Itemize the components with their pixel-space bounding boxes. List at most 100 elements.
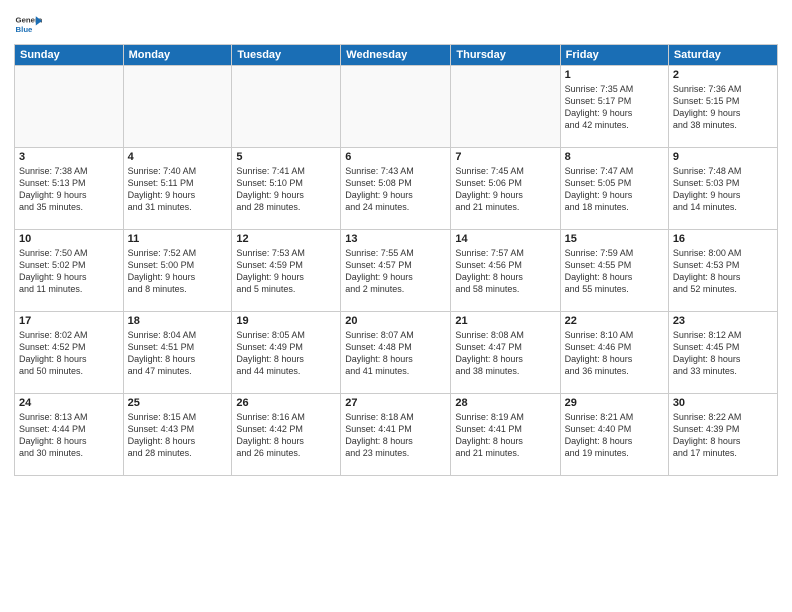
week-row-0: 1 Sunrise: 7:35 AMSunset: 5:17 PMDaylight… [15, 66, 778, 148]
day-cell-3: 3 Sunrise: 7:38 AMSunset: 5:13 PMDaylight… [15, 148, 124, 230]
day-info-6: Sunrise: 7:43 AMSunset: 5:08 PMDaylight:… [345, 165, 446, 214]
day-cell-18: 18 Sunrise: 8:04 AMSunset: 4:51 PMDayligh… [123, 312, 232, 394]
day-info-18: Sunrise: 8:04 AMSunset: 4:51 PMDaylight:… [128, 329, 228, 378]
day-number-13: 13 [345, 233, 446, 245]
day-info-9: Sunrise: 7:48 AMSunset: 5:03 PMDaylight:… [673, 165, 773, 214]
day-number-30: 30 [673, 397, 773, 409]
main-container: General Blue SundayMondayTuesdayWednesda… [0, 0, 792, 482]
day-number-2: 2 [673, 69, 773, 81]
logo: General Blue [14, 10, 42, 38]
week-row-4: 24 Sunrise: 8:13 AMSunset: 4:44 PMDayligh… [15, 394, 778, 476]
day-number-25: 25 [128, 397, 228, 409]
day-info-23: Sunrise: 8:12 AMSunset: 4:45 PMDaylight:… [673, 329, 773, 378]
day-cell-27: 27 Sunrise: 8:18 AMSunset: 4:41 PMDayligh… [341, 394, 451, 476]
day-cell-20: 20Sunrise: 8:07 AMSunset: 4:48 PMDayligh… [341, 312, 451, 394]
day-cell-10: 10 Sunrise: 7:50 AMSunset: 5:02 PMDayligh… [15, 230, 124, 312]
weekday-header-thursday: Thursday [451, 45, 560, 66]
day-info-29: Sunrise: 8:21 AMSunset: 4:40 PMDaylight:… [565, 411, 664, 460]
day-info-22: Sunrise: 8:10 AMSunset: 4:46 PMDaylight:… [565, 329, 664, 378]
day-number-8: 8 [565, 151, 664, 163]
day-number-23: 23 [673, 315, 773, 327]
day-info-13: Sunrise: 7:55 AMSunset: 4:57 PMDaylight:… [345, 247, 446, 296]
day-info-4: Sunrise: 7:40 AMSunset: 5:11 PMDaylight:… [128, 165, 228, 214]
day-cell-6: 6 Sunrise: 7:43 AMSunset: 5:08 PMDaylight… [341, 148, 451, 230]
day-info-27: Sunrise: 8:18 AMSunset: 4:41 PMDaylight:… [345, 411, 446, 460]
day-cell-9: 9 Sunrise: 7:48 AMSunset: 5:03 PMDaylight… [668, 148, 777, 230]
day-number-11: 11 [128, 233, 228, 245]
day-info-5: Sunrise: 7:41 AMSunset: 5:10 PMDaylight:… [236, 165, 336, 214]
header: General Blue [14, 10, 778, 38]
day-cell-15: 15 Sunrise: 7:59 AMSunset: 4:55 PMDayligh… [560, 230, 668, 312]
empty-cell [15, 66, 124, 148]
day-number-24: 24 [19, 397, 119, 409]
day-number-14: 14 [455, 233, 555, 245]
day-info-25: Sunrise: 8:15 AMSunset: 4:43 PMDaylight:… [128, 411, 228, 460]
weekday-header-monday: Monday [123, 45, 232, 66]
day-cell-23: 23 Sunrise: 8:12 AMSunset: 4:45 PMDayligh… [668, 312, 777, 394]
day-info-8: Sunrise: 7:47 AMSunset: 5:05 PMDaylight:… [565, 165, 664, 214]
day-cell-19: 19Sunrise: 8:05 AMSunset: 4:49 PMDayligh… [232, 312, 341, 394]
day-info-11: Sunrise: 7:52 AMSunset: 5:00 PMDaylight:… [128, 247, 228, 296]
day-info-24: Sunrise: 8:13 AMSunset: 4:44 PMDaylight:… [19, 411, 119, 460]
day-info-15: Sunrise: 7:59 AMSunset: 4:55 PMDaylight:… [565, 247, 664, 296]
empty-cell [451, 66, 560, 148]
day-info-1: Sunrise: 7:35 AMSunset: 5:17 PMDaylight:… [565, 83, 664, 132]
day-cell-1: 1 Sunrise: 7:35 AMSunset: 5:17 PMDaylight… [560, 66, 668, 148]
day-number-17: 17 [19, 315, 119, 327]
day-number-20: 20 [345, 315, 446, 327]
day-cell-2: 2Sunrise: 7:36 AMSunset: 5:15 PMDaylight… [668, 66, 777, 148]
day-cell-24: 24 Sunrise: 8:13 AMSunset: 4:44 PMDayligh… [15, 394, 124, 476]
day-number-6: 6 [345, 151, 446, 163]
day-cell-14: 14 Sunrise: 7:57 AMSunset: 4:56 PMDayligh… [451, 230, 560, 312]
empty-cell [232, 66, 341, 148]
day-info-12: Sunrise: 7:53 AMSunset: 4:59 PMDaylight:… [236, 247, 336, 296]
day-info-7: Sunrise: 7:45 AMSunset: 5:06 PMDaylight:… [455, 165, 555, 214]
logo-icon: General Blue [14, 10, 42, 38]
day-number-28: 28 [455, 397, 555, 409]
day-number-21: 21 [455, 315, 555, 327]
weekday-header-row: SundayMondayTuesdayWednesdayThursdayFrid… [15, 45, 778, 66]
day-cell-17: 17Sunrise: 8:02 AMSunset: 4:52 PMDayligh… [15, 312, 124, 394]
day-number-16: 16 [673, 233, 773, 245]
day-cell-25: 25 Sunrise: 8:15 AMSunset: 4:43 PMDayligh… [123, 394, 232, 476]
day-info-10: Sunrise: 7:50 AMSunset: 5:02 PMDaylight:… [19, 247, 119, 296]
day-info-21: Sunrise: 8:08 AMSunset: 4:47 PMDaylight:… [455, 329, 555, 378]
day-cell-16: 16Sunrise: 8:00 AMSunset: 4:53 PMDayligh… [668, 230, 777, 312]
day-cell-22: 22 Sunrise: 8:10 AMSunset: 4:46 PMDayligh… [560, 312, 668, 394]
day-number-18: 18 [128, 315, 228, 327]
day-cell-8: 8 Sunrise: 7:47 AMSunset: 5:05 PMDaylight… [560, 148, 668, 230]
day-number-15: 15 [565, 233, 664, 245]
day-info-26: Sunrise: 8:16 AMSunset: 4:42 PMDaylight:… [236, 411, 336, 460]
day-number-19: 19 [236, 315, 336, 327]
weekday-header-saturday: Saturday [668, 45, 777, 66]
day-number-5: 5 [236, 151, 336, 163]
day-number-1: 1 [565, 69, 664, 81]
day-cell-21: 21 Sunrise: 8:08 AMSunset: 4:47 PMDayligh… [451, 312, 560, 394]
day-number-27: 27 [345, 397, 446, 409]
day-number-29: 29 [565, 397, 664, 409]
svg-text:Blue: Blue [16, 25, 34, 34]
day-number-22: 22 [565, 315, 664, 327]
weekday-header-sunday: Sunday [15, 45, 124, 66]
day-cell-30: 30 Sunrise: 8:22 AMSunset: 4:39 PMDayligh… [668, 394, 777, 476]
day-number-3: 3 [19, 151, 119, 163]
day-cell-7: 7 Sunrise: 7:45 AMSunset: 5:06 PMDaylight… [451, 148, 560, 230]
day-cell-4: 4 Sunrise: 7:40 AMSunset: 5:11 PMDaylight… [123, 148, 232, 230]
day-number-10: 10 [19, 233, 119, 245]
day-number-4: 4 [128, 151, 228, 163]
empty-cell [341, 66, 451, 148]
day-cell-26: 26 Sunrise: 8:16 AMSunset: 4:42 PMDayligh… [232, 394, 341, 476]
day-number-26: 26 [236, 397, 336, 409]
day-number-9: 9 [673, 151, 773, 163]
day-info-14: Sunrise: 7:57 AMSunset: 4:56 PMDaylight:… [455, 247, 555, 296]
day-number-7: 7 [455, 151, 555, 163]
day-cell-28: 28 Sunrise: 8:19 AMSunset: 4:41 PMDayligh… [451, 394, 560, 476]
week-row-3: 17Sunrise: 8:02 AMSunset: 4:52 PMDayligh… [15, 312, 778, 394]
day-cell-5: 5 Sunrise: 7:41 AMSunset: 5:10 PMDaylight… [232, 148, 341, 230]
day-info-30: Sunrise: 8:22 AMSunset: 4:39 PMDaylight:… [673, 411, 773, 460]
weekday-header-tuesday: Tuesday [232, 45, 341, 66]
day-info-3: Sunrise: 7:38 AMSunset: 5:13 PMDaylight:… [19, 165, 119, 214]
day-cell-29: 29 Sunrise: 8:21 AMSunset: 4:40 PMDayligh… [560, 394, 668, 476]
week-row-2: 10 Sunrise: 7:50 AMSunset: 5:02 PMDayligh… [15, 230, 778, 312]
day-info-28: Sunrise: 8:19 AMSunset: 4:41 PMDaylight:… [455, 411, 555, 460]
